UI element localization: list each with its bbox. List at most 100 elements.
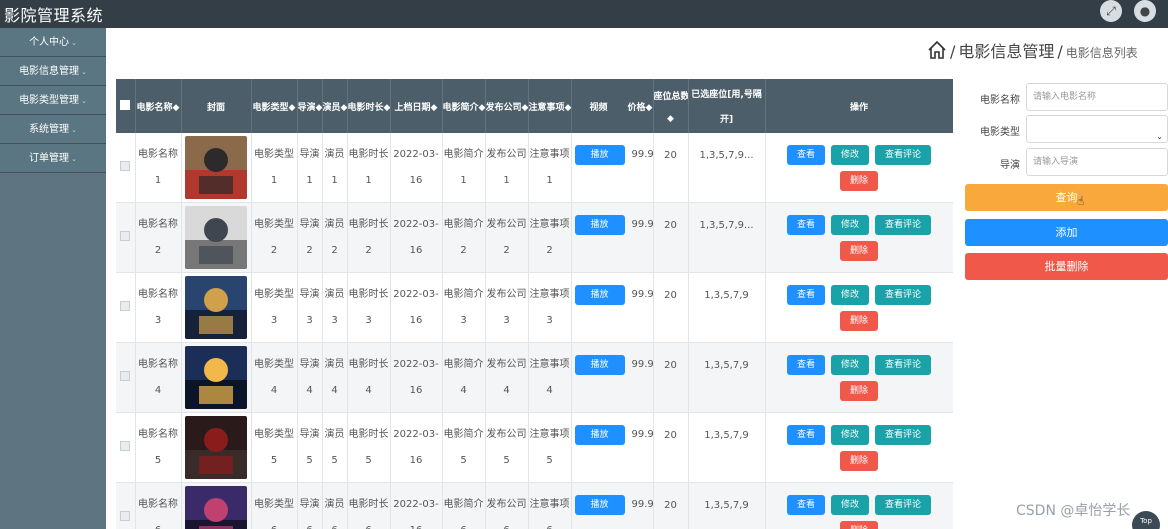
col-header-notice[interactable]: 注意事项◆ <box>528 79 572 133</box>
col-header-date[interactable]: 上档日期◆ <box>390 79 443 133</box>
col-header-duration[interactable]: 电影时长◆ <box>347 79 391 133</box>
sidebar-item-system[interactable]: 系统管理 ⌄ <box>0 115 106 144</box>
delete-button[interactable]: 删除 <box>840 240 878 261</box>
movie-poster-image <box>185 206 247 269</box>
cell-date-a: 2022-03- <box>393 428 439 440</box>
view-button[interactable]: 查看 <box>787 494 825 515</box>
edit-button[interactable]: 修改 <box>831 494 869 515</box>
cell-name: 电影名称 4 <box>135 342 182 413</box>
view-button[interactable]: 查看 <box>787 354 825 375</box>
row-checkbox[interactable] <box>120 231 131 241</box>
name-field-row: 电影名称 请输入电影名称 <box>965 83 1168 111</box>
cell-seats: 20 <box>653 412 689 483</box>
row-checkbox[interactable] <box>120 371 131 381</box>
cell-index: 1 <box>546 174 553 186</box>
delete-button[interactable]: 删除 <box>840 450 878 471</box>
view-reviews-button[interactable]: 查看评论 <box>875 284 931 305</box>
cell-cover <box>181 272 252 343</box>
add-button[interactable]: 添加 <box>965 219 1168 246</box>
col-header-price[interactable]: 价格◆ <box>628 100 653 113</box>
col-header-company[interactable]: 发布公司◆ <box>485 79 529 133</box>
play-button[interactable]: 播放 <box>574 285 625 305</box>
col-header-director[interactable]: 导演◆ <box>297 79 323 133</box>
cell-name: 电影名称 2 <box>135 202 182 273</box>
col-header-actor[interactable]: 演员◆ <box>322 79 348 133</box>
cell-duration-text: 电影时长 <box>348 428 389 440</box>
cell-date: 2022-03- 16 <box>390 412 443 483</box>
director-search-input[interactable]: 请输入导演 <box>1026 148 1168 176</box>
cell-price: 99.9 <box>631 149 653 160</box>
row-checkbox[interactable] <box>120 161 131 171</box>
cell-company: 发布公司 4 <box>485 342 529 413</box>
cell-index: 6 <box>252 523 297 529</box>
cell-index: 5 <box>331 454 338 466</box>
delete-button[interactable]: 删除 <box>840 380 878 401</box>
cell-type-text: 电影类型 <box>254 498 294 510</box>
movie-poster-image <box>185 486 247 529</box>
type-label: 电影类型 <box>980 127 1020 138</box>
cell-type: 电影类型 4 <box>251 342 298 413</box>
col-header-seats[interactable]: 座位总数 ◆ <box>653 79 689 133</box>
cell-type: 电影类型 6 <box>251 482 298 529</box>
select-all-checkbox[interactable] <box>120 99 131 110</box>
col-header-intro[interactable]: 电影简介◆ <box>442 79 486 133</box>
cell-seats-text: 20 <box>664 220 677 231</box>
view-button[interactable]: 查看 <box>787 424 825 445</box>
cell-company: 发布公司 6 <box>485 482 529 529</box>
type-select[interactable]: ⌄ <box>1026 115 1168 143</box>
cell-name: 电影名称 1 <box>135 133 182 203</box>
cell-price: 99.9 <box>631 359 653 370</box>
delete-button[interactable]: 删除 <box>840 170 878 191</box>
cell-index: 3 <box>331 314 338 326</box>
bulk-delete-button[interactable]: 批量删除 <box>965 253 1168 280</box>
view-reviews-button[interactable]: 查看评论 <box>875 214 931 235</box>
cell-director-text: 导演 <box>299 218 320 230</box>
view-button[interactable]: 查看 <box>787 214 825 235</box>
cell-video-price: 播放 99.9 <box>571 133 654 203</box>
chevron-down-icon: ⌄ <box>81 68 87 76</box>
play-button[interactable]: 播放 <box>574 425 625 445</box>
view-button[interactable]: 查看 <box>787 144 825 165</box>
user-icon[interactable]: ● <box>1134 0 1156 22</box>
view-button[interactable]: 查看 <box>787 284 825 305</box>
cell-ops: 查看修改查看评论删除 <box>765 412 953 483</box>
sidebar-item-movie-type[interactable]: 电影类型管理 ⌄ <box>0 86 106 115</box>
edit-button[interactable]: 修改 <box>831 214 869 235</box>
delete-button[interactable]: 删除 <box>840 310 878 331</box>
cell-notice: 注意事项 1 <box>528 133 572 203</box>
play-button[interactable]: 播放 <box>574 355 625 375</box>
cell-index: 3 <box>154 314 162 326</box>
sidebar-item-movie-info[interactable]: 电影信息管理 ⌄ <box>0 57 106 86</box>
col-header-name[interactable]: 电影名称◆ <box>135 79 182 133</box>
cell-date-b: 16 <box>409 454 423 466</box>
back-to-top-button[interactable]: Top <box>1132 511 1160 529</box>
sidebar-item-label: 电影信息管理 <box>19 66 80 77</box>
play-button[interactable]: 播放 <box>574 495 625 515</box>
edit-button[interactable]: 修改 <box>831 284 869 305</box>
cell-index: 6 <box>136 523 181 529</box>
breadcrumb-level1[interactable]: 电影信息管理 <box>958 42 1054 61</box>
view-reviews-button[interactable]: 查看评论 <box>875 424 931 445</box>
delete-button[interactable]: 删除 <box>840 520 878 529</box>
edit-button[interactable]: 修改 <box>831 354 869 375</box>
cell-company-text: 发布公司 <box>486 498 527 510</box>
edit-button[interactable]: 修改 <box>831 424 869 445</box>
sidebar-item-orders[interactable]: 订单管理 ⌄ <box>0 144 106 173</box>
search-button[interactable]: 查询 <box>965 184 1168 211</box>
view-reviews-button[interactable]: 查看评论 <box>875 494 931 515</box>
play-button[interactable]: 播放 <box>574 145 625 165</box>
cell-index: 2 <box>546 244 553 256</box>
play-button[interactable]: 播放 <box>574 215 625 235</box>
expand-icon[interactable]: ⤢ <box>1100 0 1122 22</box>
home-icon[interactable] <box>927 40 947 60</box>
cell-actor: 演员 1 <box>322 133 348 203</box>
name-search-input[interactable]: 请输入电影名称 <box>1026 83 1168 111</box>
col-header-type[interactable]: 电影类型◆ <box>251 79 298 133</box>
view-reviews-button[interactable]: 查看评论 <box>875 354 931 375</box>
row-checkbox[interactable] <box>120 511 131 521</box>
sidebar-item-personal-center[interactable]: 个人中心 ⌄ <box>0 28 106 57</box>
view-reviews-button[interactable]: 查看评论 <box>875 144 931 165</box>
row-checkbox[interactable] <box>120 441 131 451</box>
edit-button[interactable]: 修改 <box>831 144 869 165</box>
row-checkbox[interactable] <box>120 301 131 311</box>
